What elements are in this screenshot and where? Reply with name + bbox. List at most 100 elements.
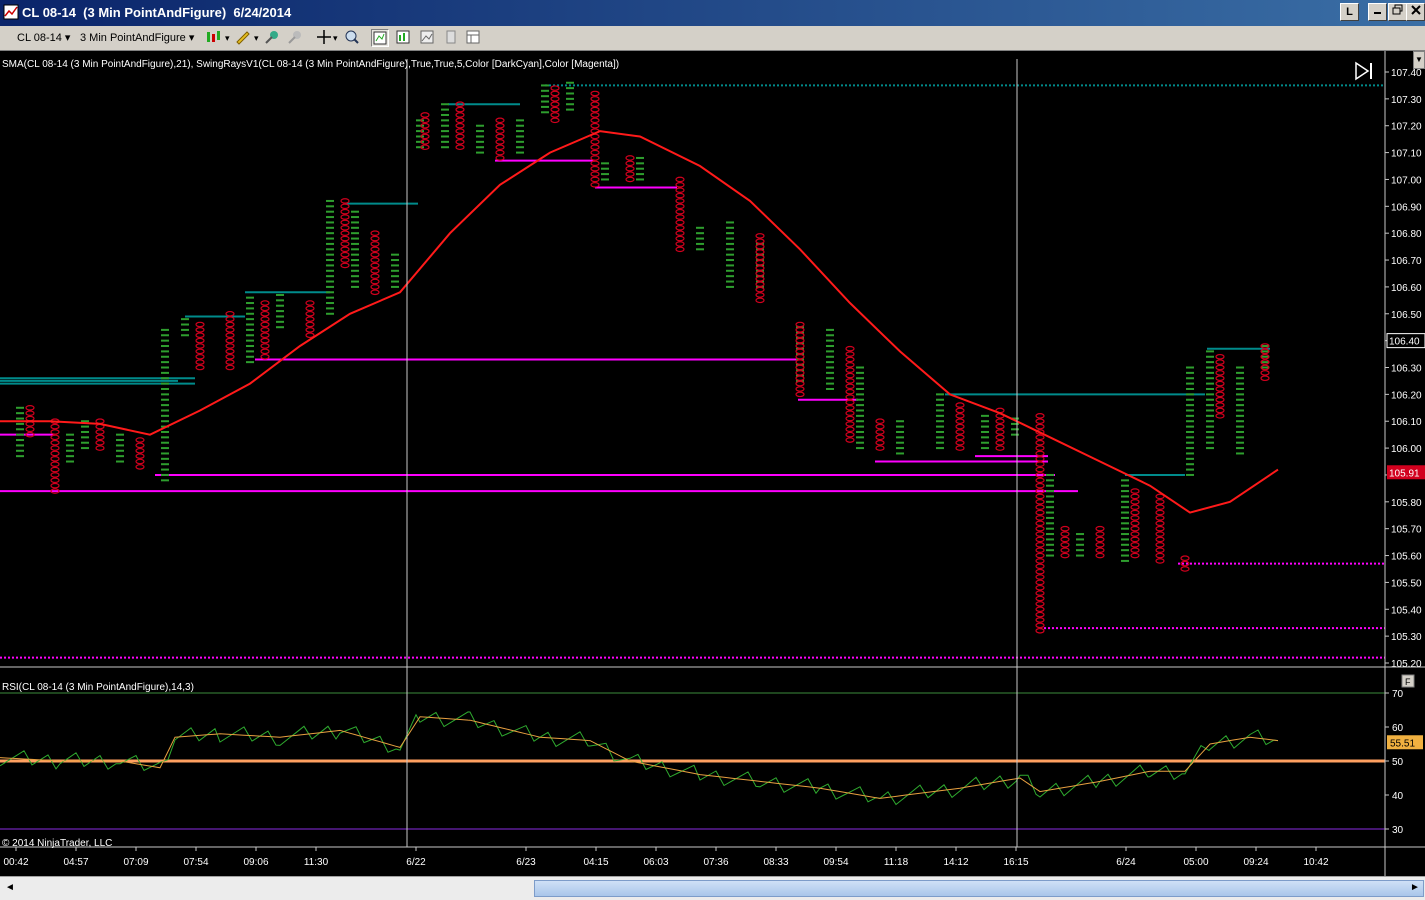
axis-scroll-down-button[interactable]: ▼: [1413, 51, 1425, 69]
o-box: [225, 310, 235, 317]
chevron-down-icon[interactable]: ▾: [225, 30, 230, 46]
o-box: [1035, 445, 1045, 451]
o-box: [195, 364, 205, 371]
data-box-button[interactable]: [443, 29, 461, 47]
draw-button[interactable]: [234, 29, 252, 47]
instrument-selector[interactable]: CL 08-14 ▾: [17, 30, 70, 46]
link-button[interactable]: L: [1340, 3, 1359, 21]
x-box: [1076, 543, 1084, 546]
x-column: [516, 119, 524, 154]
x-box: [726, 237, 734, 240]
x-box: [936, 425, 944, 428]
o-box: [795, 343, 805, 349]
o-box: [260, 348, 270, 355]
x-column: [116, 433, 124, 463]
o-box: [675, 192, 685, 199]
scroll-to-end-button[interactable]: [1355, 61, 1372, 81]
o-box: [370, 284, 380, 290]
strategies-button[interactable]: [419, 29, 437, 47]
o-box: [550, 101, 560, 108]
horizontal-scrollbar[interactable]: ◄ ►: [0, 876, 1425, 900]
o-box: [1260, 370, 1270, 376]
crosshair-button[interactable]: [315, 29, 333, 47]
x-box: [936, 436, 944, 439]
x-box: [856, 398, 864, 401]
chevron-down-icon[interactable]: ▾: [254, 30, 259, 46]
x-box: [856, 409, 864, 412]
o-box: [95, 429, 105, 435]
o-box: [455, 117, 465, 124]
x-box: [541, 89, 549, 92]
x-column: [441, 103, 449, 149]
x-box: [1236, 452, 1244, 455]
x-box: [326, 242, 334, 245]
x-box: [81, 436, 89, 439]
x-box: [116, 449, 124, 452]
scroll-thumb[interactable]: [534, 880, 1424, 897]
o-box: [845, 351, 855, 357]
minimize-button[interactable]: [1368, 3, 1387, 21]
templates-button[interactable]: [465, 29, 483, 47]
o-box: [195, 332, 205, 339]
o-box: [1035, 547, 1045, 553]
bar-style-button[interactable]: [205, 29, 223, 47]
period-selector[interactable]: 3 Min PointAndFigure ▾: [80, 30, 194, 46]
x-box: [351, 269, 359, 272]
o-box: [195, 321, 205, 328]
chevron-down-icon[interactable]: ▾: [333, 30, 338, 46]
x-box: [326, 205, 334, 208]
snap-button[interactable]: [286, 29, 304, 47]
chart-canvas[interactable]: 107.40 107.30 107.20 107.10 107.00 106.90 106.…: [0, 51, 1425, 876]
o-box: [845, 394, 855, 400]
o-box: [845, 410, 855, 416]
o-box: [135, 453, 145, 459]
x-box: [566, 81, 574, 84]
o-box: [550, 112, 560, 118]
restore-button[interactable]: [1388, 3, 1407, 21]
x-box: [391, 259, 399, 262]
o-box: [1035, 584, 1045, 591]
x-column: [1186, 366, 1194, 476]
scroll-right-button[interactable]: ►: [1407, 879, 1423, 897]
last-price-label: 105.91: [1389, 468, 1420, 479]
chart-properties-button[interactable]: [371, 29, 389, 47]
x-box: [326, 199, 334, 202]
o-box: [495, 144, 505, 151]
x-box: [1186, 377, 1194, 380]
x-box: [1261, 366, 1269, 369]
o-box: [260, 337, 270, 344]
o-box: [1215, 386, 1225, 392]
scroll-left-button[interactable]: ◄: [2, 879, 18, 897]
x-box: [1261, 350, 1269, 353]
chart-area[interactable]: 107.40 107.30 107.20 107.10 107.00 106.90 106.…: [0, 51, 1425, 876]
x-box: [1186, 404, 1194, 407]
close-button[interactable]: [1406, 3, 1425, 21]
x-box: [276, 304, 284, 307]
x-box: [161, 468, 169, 471]
zoom-button[interactable]: [343, 29, 361, 47]
x-box: [936, 447, 944, 450]
o-column: [845, 345, 855, 443]
o-box: [50, 423, 60, 430]
o-box: [1215, 413, 1225, 419]
x-box: [1011, 422, 1019, 425]
x-box: [161, 404, 169, 407]
x-box: [351, 285, 359, 288]
o-box: [370, 262, 380, 269]
price-axis-label: 105.70: [1391, 525, 1422, 536]
panel-f-button[interactable]: F: [1401, 674, 1415, 688]
indicators-button[interactable]: [395, 29, 413, 47]
x-box: [161, 371, 169, 374]
x-box: [1076, 533, 1084, 536]
x-box: [896, 452, 904, 455]
x-box: [351, 221, 359, 224]
o-box: [260, 327, 270, 333]
x-box: [1121, 479, 1129, 482]
x-box: [516, 140, 524, 143]
o-box: [1035, 574, 1045, 580]
global-draw-button[interactable]: [263, 29, 281, 47]
x-box: [66, 433, 74, 436]
o-box: [225, 327, 235, 333]
play-end-icon: [1355, 61, 1372, 81]
x-box: [981, 441, 989, 444]
